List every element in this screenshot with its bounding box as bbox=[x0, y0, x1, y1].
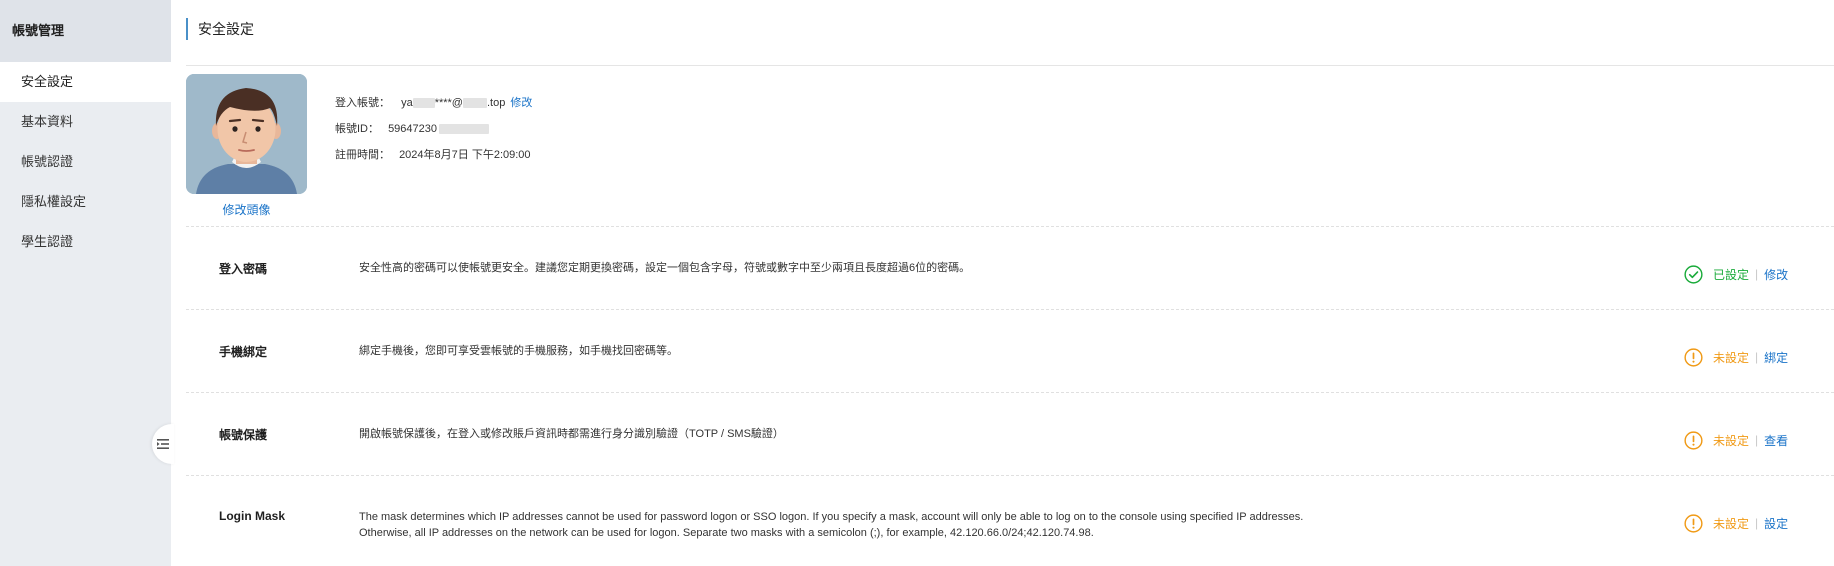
setting-name: 帳號保護 bbox=[219, 428, 268, 442]
check-circle-icon bbox=[1684, 264, 1703, 284]
sidebar-item-student-verification[interactable]: 學生認證 bbox=[0, 222, 171, 262]
setting-description: 開啟帳號保護後，在登入或修改賬戶資訊時都需進行身分識別驗證（TOTP / SMS… bbox=[359, 428, 784, 440]
redacted-block bbox=[462, 98, 487, 109]
redacted-block bbox=[439, 124, 490, 135]
account-id-value: 59647230 bbox=[388, 123, 438, 135]
login-account-row: 登入帳號： ya ****@ .top 修改 bbox=[335, 96, 532, 122]
status-label: 未設定 bbox=[1713, 516, 1750, 531]
registration-time-value: 2024年8月7日 下午2:09:00 bbox=[399, 149, 531, 161]
account-info: 登入帳號： ya ****@ .top 修改 帳號ID： 59647230 註冊時間… bbox=[335, 96, 532, 174]
status-label: 未設定 bbox=[1713, 433, 1750, 448]
divider: | bbox=[1755, 267, 1759, 281]
sidebar: 帳號管理 安全設定 基本資料 帳號認證 隱私權設定 學生認證 bbox=[0, 0, 171, 566]
sidebar-item-security[interactable]: 安全設定 bbox=[0, 62, 171, 102]
login-account-suffix: .top bbox=[486, 97, 506, 109]
bind-phone-link[interactable]: 綁定 bbox=[1764, 349, 1788, 366]
setting-name: 登入密碼 bbox=[219, 262, 268, 276]
account-id-label: 帳號ID： bbox=[335, 123, 379, 135]
avatar-illustration bbox=[186, 74, 307, 194]
profile-section: 修改頭像 登入帳號： ya ****@ .top 修改 帳號ID： 59647230… bbox=[186, 74, 1834, 226]
sidebar-item-account-verification[interactable]: 帳號認證 bbox=[0, 142, 171, 182]
divider: | bbox=[1755, 516, 1759, 530]
login-account-middle: ****@ bbox=[434, 97, 463, 109]
login-account-label: 登入帳號： bbox=[335, 97, 390, 109]
warning-circle-icon bbox=[1684, 430, 1703, 450]
setting-status: 已設定 | 修改 bbox=[1684, 264, 1788, 284]
avatar[interactable] bbox=[186, 74, 307, 194]
setting-name: Login Mask bbox=[219, 509, 286, 523]
setting-row-phone-binding: 手機綁定 綁定手機後，您即可享受雲帳號的手機服務，如手機找回密碼等。 未設定 |… bbox=[186, 309, 1834, 392]
change-avatar-link[interactable]: 修改頭像 bbox=[186, 201, 307, 218]
redacted-block bbox=[412, 98, 435, 109]
page-title: 安全設定 bbox=[186, 18, 254, 40]
setting-row-account-protection: 帳號保護 開啟帳號保護後，在登入或修改賬戶資訊時都需進行身分識別驗證（TOTP … bbox=[186, 392, 1834, 475]
sidebar-item-privacy[interactable]: 隱私權設定 bbox=[0, 182, 171, 222]
setting-description: 安全性高的密碼可以使帳號更安全。建議您定期更換密碼，設定一個包含字母，符號或數字… bbox=[359, 262, 971, 274]
setting-description: The mask determines which IP addresses c… bbox=[359, 511, 1304, 539]
set-login-mask-link[interactable]: 設定 bbox=[1764, 515, 1788, 532]
main-content: 安全設定 修改頭像 登入帳號： ya ****@ .top 修改 帳號ID： 5… bbox=[171, 0, 1834, 566]
divider: | bbox=[1755, 433, 1759, 447]
warning-circle-icon bbox=[1684, 513, 1703, 533]
sidebar-item-basic-info[interactable]: 基本資料 bbox=[0, 102, 171, 142]
menu-collapse-icon bbox=[157, 439, 169, 449]
divider: | bbox=[1755, 350, 1759, 364]
account-id-row: 帳號ID： 59647230 bbox=[335, 122, 532, 148]
app-root: 帳號管理 安全設定 基本資料 帳號認證 隱私權設定 學生認證 安全設定 修改頭像… bbox=[0, 0, 1834, 566]
setting-status: 未設定 | 設定 bbox=[1684, 513, 1788, 533]
page-header: 安全設定 bbox=[186, 0, 1834, 66]
warning-circle-icon bbox=[1684, 347, 1703, 367]
modify-password-link[interactable]: 修改 bbox=[1764, 266, 1788, 283]
setting-description: 綁定手機後，您即可享受雲帳號的手機服務，如手機找回密碼等。 bbox=[359, 345, 678, 357]
setting-row-login-password: 登入密碼 安全性高的密碼可以使帳號更安全。建議您定期更換密碼，設定一個包含字母，… bbox=[186, 226, 1834, 309]
status-label: 已設定 bbox=[1713, 267, 1750, 282]
setting-status: 未設定 | 綁定 bbox=[1684, 347, 1788, 367]
sidebar-title: 帳號管理 bbox=[0, 0, 171, 62]
security-settings-list: 登入密碼 安全性高的密碼可以使帳號更安全。建議您定期更換密碼，設定一個包含字母，… bbox=[186, 226, 1834, 558]
status-label: 未設定 bbox=[1713, 350, 1750, 365]
registration-time-row: 註冊時間： 2024年8月7日 下午2:09:00 bbox=[335, 148, 532, 174]
view-protection-link[interactable]: 查看 bbox=[1764, 432, 1788, 449]
setting-name: 手機綁定 bbox=[219, 345, 268, 359]
sidebar-menu: 安全設定 基本資料 帳號認證 隱私權設定 學生認證 bbox=[0, 62, 171, 262]
edit-login-account-link[interactable]: 修改 bbox=[510, 97, 532, 109]
registration-time-label: 註冊時間： bbox=[335, 149, 390, 161]
setting-status: 未設定 | 查看 bbox=[1684, 430, 1788, 450]
login-account-prefix: ya bbox=[401, 97, 413, 109]
setting-row-login-mask: Login Mask The mask determines which IP … bbox=[186, 475, 1834, 558]
